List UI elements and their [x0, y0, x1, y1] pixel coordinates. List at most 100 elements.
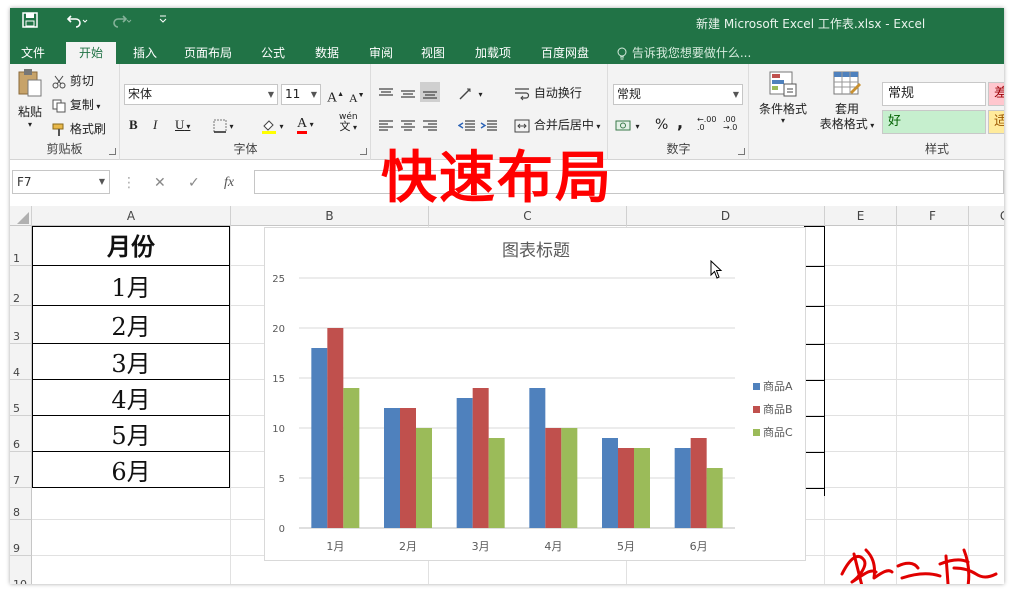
- font-name-select[interactable]: 宋体 ▼: [124, 84, 278, 105]
- x-tick-label: 2月: [399, 540, 417, 553]
- row-header-7[interactable]: 7: [10, 452, 32, 488]
- column-chart[interactable]: 图表标题 0 5 10 15 20 25 1月 2月 3月 4月 5月 6月 商品A 商品B 商品C: [264, 227, 806, 561]
- legend-entry: 商品B: [763, 402, 793, 416]
- underline-button[interactable]: U ▾: [175, 116, 190, 136]
- wrap-text-button[interactable]: 自动换行: [514, 84, 582, 102]
- tab-add-ins[interactable]: 加载项: [466, 42, 520, 64]
- cancel-icon[interactable]: ✕: [154, 175, 166, 191]
- paste-button[interactable]: 粘贴 ▾: [15, 68, 45, 129]
- window-title: 新建 Microsoft Excel 工作表.xlsx - Excel: [696, 17, 926, 31]
- ribbon-tabs: 文件 开始 插入 页面布局 公式 数据 审阅 视图 加载项 百度网盘 告诉我您想…: [10, 38, 1004, 64]
- row-header-3[interactable]: 3: [10, 306, 32, 344]
- bar-商品A-4月: [529, 388, 546, 528]
- align-middle-icon: [401, 89, 415, 98]
- column-header-a[interactable]: A: [32, 206, 231, 226]
- row-header-9[interactable]: 9: [10, 520, 32, 556]
- style-good[interactable]: 好: [882, 110, 986, 134]
- tab-review[interactable]: 审阅: [358, 42, 404, 64]
- insert-function-icon[interactable]: fx: [224, 175, 234, 191]
- increase-decimal-button[interactable]: ←.00.0: [697, 116, 716, 132]
- row-header-5[interactable]: 5: [10, 380, 32, 416]
- tab-formulas[interactable]: 公式: [250, 42, 296, 64]
- align-right-button[interactable]: [422, 116, 438, 134]
- style-normal[interactable]: 常规: [882, 82, 986, 106]
- tab-data[interactable]: 数据: [304, 42, 350, 64]
- italic-button[interactable]: I: [153, 116, 157, 134]
- grow-font-button[interactable]: A▲: [327, 85, 344, 108]
- wrap-text-icon: [515, 87, 530, 100]
- undo-icon[interactable]: [66, 12, 88, 33]
- name-box[interactable]: F7 ▼: [12, 170, 110, 194]
- cell-a4[interactable]: 3月: [32, 344, 230, 380]
- cell-a5[interactable]: 4月: [32, 380, 230, 416]
- formula-input[interactable]: [254, 170, 1004, 194]
- select-all-icon: [17, 212, 29, 224]
- row-header-4[interactable]: 4: [10, 344, 32, 380]
- styles-group-label: 样式: [924, 142, 949, 156]
- style-neutral[interactable]: 适中: [988, 110, 1004, 134]
- row-header-8[interactable]: 8: [10, 488, 32, 520]
- percent-button[interactable]: %: [655, 116, 668, 134]
- copy-icon: [52, 99, 66, 112]
- cell-a3[interactable]: 2月: [32, 306, 230, 344]
- tell-me-search[interactable]: 告诉我您想要做什么...: [616, 42, 751, 64]
- format-as-table-button[interactable]: 套用 表格格式 ▾: [816, 70, 878, 133]
- align-middle-button[interactable]: [400, 84, 416, 102]
- confirm-icon[interactable]: ✓: [188, 175, 200, 191]
- bold-button[interactable]: B: [129, 116, 138, 134]
- align-bottom-icon: [423, 90, 437, 99]
- tab-page-layout[interactable]: 页面布局: [176, 42, 240, 64]
- select-all-button[interactable]: [10, 206, 32, 226]
- column-header-d[interactable]: D: [627, 206, 825, 226]
- accounting-format-button[interactable]: ▾: [615, 116, 640, 136]
- column-header-f[interactable]: F: [897, 206, 969, 226]
- copy-button[interactable]: 复制 ▾: [52, 96, 100, 116]
- tab-file[interactable]: 文件: [12, 42, 54, 64]
- cut-button[interactable]: 剪切: [52, 72, 94, 90]
- cell-a7[interactable]: 6月: [32, 452, 230, 488]
- row-header-1[interactable]: 1: [10, 226, 32, 266]
- cell-a6[interactable]: 5月: [32, 416, 230, 452]
- align-center-button[interactable]: [400, 116, 416, 134]
- row-header-10[interactable]: 10: [10, 556, 32, 584]
- shrink-font-button[interactable]: A▼: [349, 86, 365, 107]
- font-color-button[interactable]: A ▾: [297, 114, 314, 134]
- cell-a1[interactable]: 月份: [32, 226, 230, 266]
- increase-indent-button[interactable]: [480, 116, 498, 134]
- tab-view[interactable]: 视图: [410, 42, 456, 64]
- chart-canvas: 图表标题 0 5 10 15 20 25 1月 2月 3月 4月 5月 6月 商品A 商品B 商品C: [272, 241, 793, 553]
- font-size-select[interactable]: 11 ▼: [281, 84, 321, 105]
- font-launcher-icon[interactable]: [360, 148, 367, 155]
- phonetic-guide-button[interactable]: wén 文 ▾: [339, 112, 358, 133]
- fill-color-button[interactable]: ▾: [261, 116, 284, 136]
- column-header-e[interactable]: E: [825, 206, 897, 226]
- tab-baidu-netdisk[interactable]: 百度网盘: [532, 42, 598, 64]
- tab-home[interactable]: 开始: [66, 42, 116, 64]
- x-tick-label: 6月: [690, 540, 708, 553]
- clipboard-launcher-icon[interactable]: [109, 148, 116, 155]
- align-right-icon: [423, 119, 437, 131]
- redo-icon[interactable]: [110, 12, 132, 33]
- align-top-button[interactable]: [378, 84, 394, 102]
- cell-a2[interactable]: 1月: [32, 266, 230, 306]
- number-format-select[interactable]: 常规 ▼: [613, 84, 743, 105]
- borders-button[interactable]: ▾: [213, 116, 234, 136]
- customize-icon[interactable]: [158, 12, 168, 33]
- align-bottom-button[interactable]: [420, 82, 440, 102]
- row-header-6[interactable]: 6: [10, 416, 32, 452]
- align-left-button[interactable]: [378, 116, 394, 134]
- orientation-button[interactable]: ▾: [458, 84, 483, 104]
- comma-button[interactable]: ,: [677, 114, 683, 132]
- save-icon[interactable]: [22, 12, 38, 33]
- merge-center-button[interactable]: 合并后居中 ▾: [514, 116, 600, 136]
- style-bad[interactable]: 差: [988, 82, 1004, 106]
- row-header-2[interactable]: 2: [10, 266, 32, 306]
- format-painter-button[interactable]: 格式刷: [52, 120, 106, 138]
- number-launcher-icon[interactable]: [738, 148, 745, 155]
- bar-商品A-6月: [674, 448, 691, 528]
- decrease-indent-button[interactable]: [458, 116, 476, 134]
- tab-insert[interactable]: 插入: [122, 42, 168, 64]
- decrease-decimal-button[interactable]: .00 →.0: [723, 116, 737, 132]
- conditional-formatting-button[interactable]: 条件格式 ▾: [754, 70, 812, 125]
- column-header-g[interactable]: G: [969, 206, 1004, 226]
